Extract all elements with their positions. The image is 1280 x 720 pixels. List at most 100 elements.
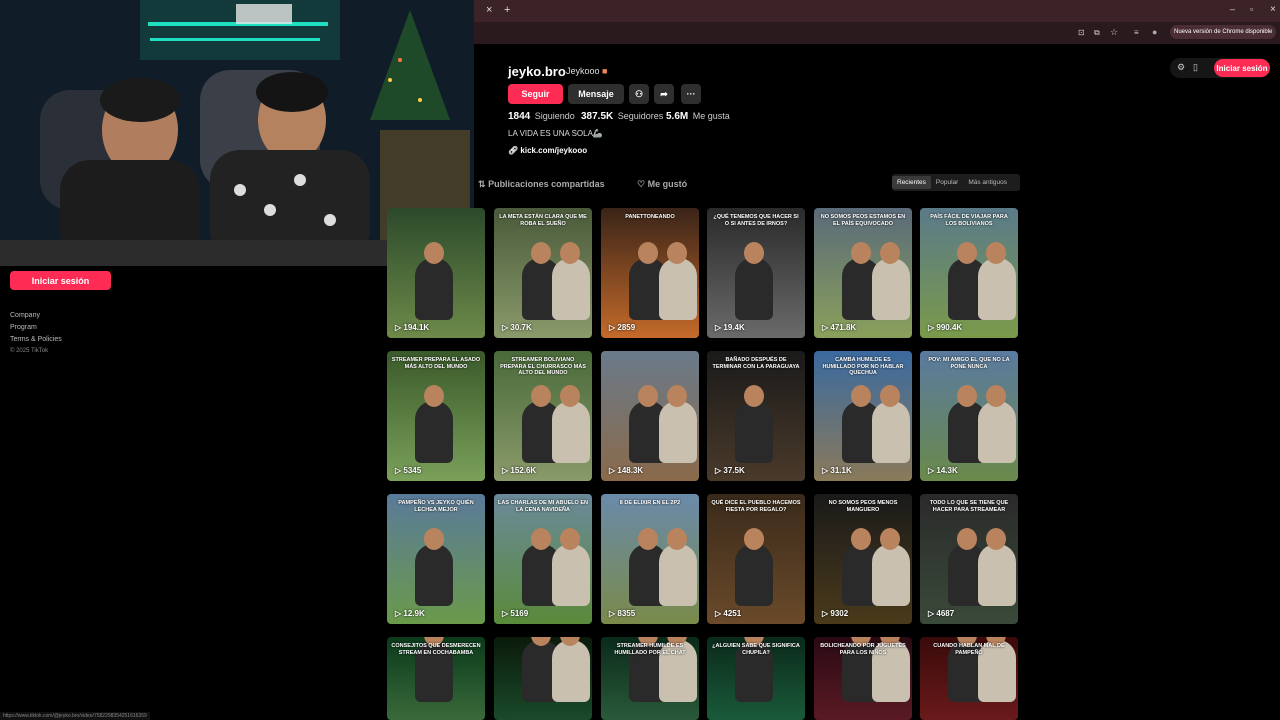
stat-followers[interactable]: 387.5K Seguidores <box>581 111 663 122</box>
thumbnail-head <box>744 385 764 407</box>
video-card[interactable]: LAS CHARLAS DE MI ABUELO EN LA CENA NAVI… <box>494 494 592 624</box>
tab-liked[interactable]: ♡ Me gustó <box>637 179 687 190</box>
new-tab-button[interactable]: + <box>504 4 510 16</box>
view-count: 4687 <box>936 609 955 618</box>
minimize-icon[interactable]: – <box>1230 4 1235 14</box>
thumbnail-figure <box>415 401 453 463</box>
view-count: 12.9K <box>403 609 425 618</box>
video-card[interactable]: TODO LO QUE SE TIENE QUE HACER PARA STRE… <box>920 494 1018 624</box>
header-login-button[interactable]: Iniciar sesión <box>1214 59 1270 77</box>
video-card[interactable]: PANETTONEANDO ▷ 2859 <box>601 208 699 338</box>
video-caption: STREAMER BOLIVIANO PREPARA EL CHURRASCO … <box>500 357 586 377</box>
copyright: © 2025 TikTok <box>10 348 49 354</box>
thumbnail-head <box>638 385 658 407</box>
video-caption: POV: MI AMIGO EL QUE NO LA PONE NUNCA <box>928 357 1010 370</box>
stat-likes: 5.6M Me gusta <box>666 111 730 122</box>
thumbnail-figure <box>552 258 590 320</box>
video-card[interactable]: NO SOMOS PEOS MENOS MANGUERO ▷ 9302 <box>814 494 912 624</box>
thumbnail-head <box>851 385 871 407</box>
thumbnail-figure <box>735 544 773 606</box>
thumbnail-figure <box>978 544 1016 606</box>
video-card[interactable]: CONSEJITOS QUE DESMERECEN STREAM EN COCH… <box>387 637 485 720</box>
footer-link-terms[interactable]: Terms & Policies <box>10 336 62 343</box>
maximize-icon[interactable]: ▫ <box>1250 4 1253 14</box>
chrome-update-button[interactable]: Nueva versión de Chrome disponible <box>1170 25 1277 39</box>
video-caption: LAS CHARLAS DE MI ABUELO EN LA CENA NAVI… <box>498 500 588 513</box>
video-card[interactable]: BOLICHEANDO POR JUGUETES PARA LOS NIÑOS <box>814 637 912 720</box>
footer-link-company[interactable]: Company <box>10 312 62 319</box>
thumbnail-figure <box>415 258 453 320</box>
share-icon[interactable]: ➦ <box>654 84 674 104</box>
settings-icon[interactable]: ⚙ <box>1177 62 1185 73</box>
sidebar-login-button[interactable]: Iniciar sesión <box>10 271 111 290</box>
install-icon[interactable]: ⊡ <box>1078 28 1085 37</box>
video-views: ▷ 990.4K <box>928 323 962 332</box>
thumbnail-head <box>744 242 764 264</box>
video-card[interactable] <box>494 637 592 720</box>
video-card[interactable]: CAMBA HUMILDE ES HUMILLADO POR NO HABLAR… <box>814 351 912 481</box>
profile-icon[interactable]: ● <box>1152 27 1157 37</box>
video-card[interactable]: CUANDO HABLAN MAL DE PAMPEÑO <box>920 637 1018 720</box>
video-card[interactable]: ▷ 148.3K <box>601 351 699 481</box>
view-count: 2859 <box>617 323 636 332</box>
view-count: 37.5K <box>723 466 745 475</box>
video-caption: ¿QUÉ TENEMOS QUE HACER SI O SI ANTES DE … <box>713 214 799 227</box>
video-caption: CAMBA HUMILDE ES HUMILLADO POR NO HABLAR… <box>822 357 904 377</box>
video-card[interactable]: 8 DE ELIXIR EN EL 2P2 ▷ 8355 <box>601 494 699 624</box>
profile-bio: LA VIDA ES UNA SOLA🦾 <box>508 129 603 138</box>
profile-username: jeyko.bro <box>508 64 566 79</box>
video-card[interactable]: QUÉ DICE EL PUEBLO HACEMOS FIESTA POR RE… <box>707 494 805 624</box>
video-views: ▷ 19.4K <box>715 323 745 332</box>
video-caption: ¿ALGUIEN SABE QUE SIGNIFICA CHUPILA? <box>712 643 800 656</box>
thumbnail-figure <box>872 258 910 320</box>
video-card[interactable]: ▷ 194.1K <box>387 208 485 338</box>
more-options-icon[interactable]: ··· <box>681 84 701 104</box>
video-card[interactable]: POV: MI AMIGO EL QUE NO LA PONE NUNCA ▷ 1… <box>920 351 1018 481</box>
window-close-icon[interactable]: × <box>1270 4 1276 15</box>
video-card[interactable]: LA META ESTÁN CLARA QUE ME ROBA EL SUEÑO… <box>494 208 592 338</box>
translate-icon[interactable]: ⧉ <box>1094 28 1100 38</box>
extensions-icon[interactable]: ≡ <box>1134 28 1139 37</box>
video-card[interactable]: STREAMER HUMILDE ES HUMILLADO POR EL CHA… <box>601 637 699 720</box>
view-count: 19.4K <box>723 323 745 332</box>
status-bar-url: https://www.tiktok.com/@jeyko.bro/video/… <box>0 712 150 720</box>
video-card[interactable]: BAÑADO DESPUÉS DE TERMINAR CON LA PARAGU… <box>707 351 805 481</box>
video-card[interactable]: ¿ALGUIEN SABE QUE SIGNIFICA CHUPILA? <box>707 637 805 720</box>
thumbnail-figure <box>552 401 590 463</box>
video-card[interactable]: STREAMER BOLIVIANO PREPARA EL CHURRASCO … <box>494 351 592 481</box>
video-caption: PANETTONEANDO <box>625 214 675 220</box>
video-card[interactable]: ¿QUÉ TENEMOS QUE HACER SI O SI ANTES DE … <box>707 208 805 338</box>
view-count: 31.1K <box>830 466 852 475</box>
video-card[interactable]: PAÍS FÁCIL DE VIAJAR PARA LOS BOLIVIANOS… <box>920 208 1018 338</box>
video-caption: PAMPEÑO VS JEYKO QUIÉN LECHEA MEJOR <box>398 500 474 513</box>
footer-links: Company Program Terms & Policies © 2025 … <box>10 312 62 359</box>
video-views: ▷ 12.9K <box>395 609 425 618</box>
follow-button[interactable]: Seguir <box>508 84 563 104</box>
thumbnail-head <box>880 242 900 264</box>
browser-toolbar: ⊡ ⧉ ☆ ≡ ● <box>474 22 1280 44</box>
view-count: 8355 <box>617 609 636 618</box>
close-tab-icon[interactable]: × <box>486 4 492 16</box>
video-views: ▷ 148.3K <box>609 466 643 475</box>
thumbnail-head <box>424 242 444 264</box>
tab-reposts[interactable]: ⇅ Publicaciones compartidas <box>478 179 605 190</box>
stat-following[interactable]: 1844 Siguiendo <box>508 111 575 122</box>
message-button[interactable]: Mensaje <box>568 84 624 104</box>
bookmark-star-icon[interactable]: ☆ <box>1110 27 1118 38</box>
add-friend-icon[interactable]: ⚇ <box>629 84 649 104</box>
sort-popular[interactable]: Popular <box>931 176 963 189</box>
thumbnail-head <box>531 385 551 407</box>
footer-link-program[interactable]: Program <box>10 324 62 331</box>
thumbnail-head <box>638 528 658 550</box>
thumbnail-figure <box>659 401 697 463</box>
thumbnail-head <box>424 385 444 407</box>
profile-link[interactable]: 🔗︎ kick.com/jeykooo <box>508 146 587 155</box>
video-caption: STREAMER HUMILDE ES HUMILLADO POR EL CHA… <box>614 643 686 656</box>
video-card[interactable]: PAMPEÑO VS JEYKO QUIÉN LECHEA MEJOR ▷ 12.… <box>387 494 485 624</box>
sort-oldest[interactable]: Más antiguos <box>963 176 1012 189</box>
video-card[interactable]: NO SOMOS PEOS ESTAMOS EN EL PAÍS EQUIVOC… <box>814 208 912 338</box>
device-icon[interactable]: ▯ <box>1193 62 1198 73</box>
sort-recent[interactable]: Recientes <box>892 176 931 189</box>
video-views: ▷ 4687 <box>928 609 954 618</box>
video-card[interactable]: STREAMER PREPARA EL ASADO MÁS ALTO DEL M… <box>387 351 485 481</box>
